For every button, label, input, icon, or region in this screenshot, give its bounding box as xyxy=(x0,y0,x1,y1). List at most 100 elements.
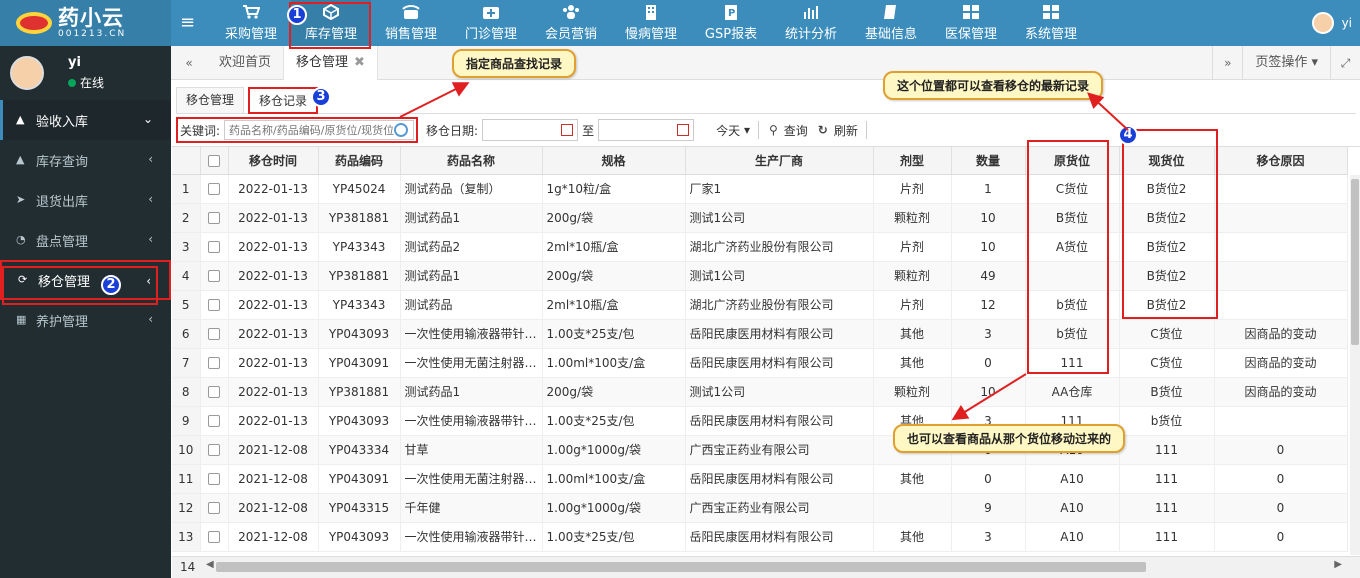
tab-scroll-left-icon[interactable]: « xyxy=(171,56,207,70)
table-cell: 片剂 xyxy=(873,174,952,204)
user-menu[interactable]: yi xyxy=(1311,12,1352,34)
row-select-cell xyxy=(200,261,229,291)
column-header[interactable]: 规格 xyxy=(542,147,686,175)
tab-welcome[interactable]: 欢迎首页 xyxy=(207,45,285,80)
sidebar-item-5[interactable]: ▦ 养护管理 ‹ xyxy=(0,300,171,340)
column-header[interactable]: 药品名称 xyxy=(400,147,543,175)
table-cell: 111 xyxy=(1119,464,1215,494)
table-cell: 0 xyxy=(951,348,1026,378)
top-nav-item-10[interactable]: 系统管理 xyxy=(1011,0,1091,46)
row-select-cell xyxy=(200,232,229,262)
select-all-checkbox[interactable] xyxy=(208,154,220,167)
top-nav-item-8[interactable]: 基础信息 xyxy=(851,0,931,46)
table-row[interactable]: 7 2022-01-13 YP043091 一次性使用无菌注射器… 1.00ml*100… xyxy=(172,348,1348,378)
divider xyxy=(757,121,759,139)
column-header[interactable] xyxy=(200,147,229,175)
row-checkbox[interactable] xyxy=(208,183,220,195)
sidebar-item-label: 验收入库 xyxy=(36,114,89,130)
query-button[interactable]: ⚲ 查询 xyxy=(769,122,808,139)
vertical-scrollbar[interactable] xyxy=(1350,175,1360,555)
table-row[interactable]: 6 2022-01-13 YP043093 一次性使用输液器带针… 1.00支*25支/… xyxy=(172,319,1348,349)
table-row[interactable]: 12 2021-12-08 YP043315 千年健 1.00g*1000g/袋 广西宝正… xyxy=(172,493,1348,523)
column-header[interactable] xyxy=(172,147,201,175)
scroll-right-icon[interactable]: ▶ xyxy=(1334,559,1342,570)
table-cell: YP043091 xyxy=(318,348,401,378)
tab-label: 欢迎首页 xyxy=(219,54,272,70)
column-header[interactable]: 移仓时间 xyxy=(228,147,319,175)
top-nav-item-4[interactable]: 会员营销 xyxy=(531,0,611,46)
row-checkbox[interactable] xyxy=(208,357,220,369)
table-row[interactable]: 10 2021-12-08 YP043334 甘草 1.00g*1000g/袋 广西宝正药… xyxy=(172,435,1348,465)
sidebar-item-label: 库存查询 xyxy=(36,154,89,170)
page-ops-label: 页签操作 xyxy=(1255,55,1308,70)
fullscreen-icon[interactable]: ⤢ xyxy=(1330,46,1360,80)
row-checkbox[interactable] xyxy=(208,386,220,398)
chevron-icon: ‹ xyxy=(148,192,153,206)
column-header[interactable]: 移仓原因 xyxy=(1214,147,1348,175)
table-cell: 10 xyxy=(951,232,1026,262)
top-nav-item-7[interactable]: 统计分析 xyxy=(771,0,851,46)
keyword-group: 关键词: xyxy=(176,117,419,143)
logo[interactable]: 药小云 001213.CN xyxy=(0,0,171,46)
row-checkbox[interactable] xyxy=(208,473,220,485)
table-row[interactable]: 8 2022-01-13 YP381881 测试药品1 200g/袋 测试1公司 颗粒剂 10… xyxy=(172,377,1348,407)
top-nav-item-3[interactable]: 门诊管理 xyxy=(451,0,531,46)
search-icon[interactable] xyxy=(394,123,409,137)
sidebar-item-2[interactable]: ➤ 退货出库 ‹ xyxy=(0,180,171,220)
end-date-input[interactable] xyxy=(598,119,695,141)
refresh-button[interactable]: ↻ 刷新 xyxy=(818,122,858,139)
table-cell xyxy=(873,493,952,523)
table-cell: 2022-01-13 xyxy=(228,319,319,349)
row-checkbox[interactable] xyxy=(208,531,220,543)
top-nav-item-6[interactable]: P GSP报表 xyxy=(691,0,771,46)
subtab-transfer-records[interactable]: 移仓记录 xyxy=(248,87,319,114)
row-checkbox[interactable] xyxy=(208,212,220,224)
start-date-input[interactable] xyxy=(482,119,579,141)
top-nav-item-9[interactable]: 医保管理 xyxy=(931,0,1011,46)
scroll-left-icon[interactable]: ◀ xyxy=(206,559,214,570)
top-nav-item-0[interactable]: 采购管理 xyxy=(211,0,291,46)
subtab-transfer-manage[interactable]: 移仓管理 xyxy=(176,87,245,114)
tab-transfer[interactable]: 移仓管理 ✖ xyxy=(284,45,378,80)
column-header[interactable]: 剂型 xyxy=(873,147,952,175)
row-checkbox[interactable] xyxy=(208,415,220,427)
windows-icon xyxy=(962,4,980,20)
tab-scroll-right-icon[interactable]: » xyxy=(1212,46,1242,80)
table-cell: 测试药品1 xyxy=(400,261,543,291)
column-header[interactable]: 生产厂商 xyxy=(685,147,874,175)
row-checkbox[interactable] xyxy=(208,502,220,514)
horizontal-scrollbar[interactable]: 14 ◀ ▶ xyxy=(172,556,1360,578)
table-row[interactable]: 13 2021-12-08 YP043093 一次性使用输液器带针… 1.00支*25支… xyxy=(172,522,1348,552)
sidebar-item-1[interactable]: ▲ 库存查询 ‹ xyxy=(0,140,171,180)
sidebar-item-0[interactable]: ▲ 验收入库 ⌄ xyxy=(0,100,171,140)
row-number: 9 xyxy=(172,406,201,436)
table-cell: YP043093 xyxy=(318,406,401,436)
book-icon xyxy=(882,4,900,20)
calendar-icon[interactable] xyxy=(561,124,574,136)
row-checkbox[interactable] xyxy=(208,299,220,311)
calendar-icon[interactable] xyxy=(677,124,690,136)
users-icon xyxy=(562,4,580,20)
close-icon[interactable]: ✖ xyxy=(354,55,365,70)
table-cell: 测试1公司 xyxy=(685,377,874,407)
table-cell: 因商品的变动 xyxy=(1214,377,1348,407)
today-dropdown[interactable]: 今天 ▾ xyxy=(716,122,750,139)
row-number: 13 xyxy=(172,522,201,552)
top-nav-item-2[interactable]: 销售管理 xyxy=(371,0,451,46)
row-checkbox[interactable] xyxy=(208,241,220,253)
menu-toggle-icon[interactable]: ≡ xyxy=(180,12,195,33)
table-row[interactable]: 11 2021-12-08 YP043091 一次性使用无菌注射器… 1.00ml*10… xyxy=(172,464,1348,494)
top-nav-item-5[interactable]: 慢病管理 xyxy=(611,0,691,46)
row-checkbox[interactable] xyxy=(208,328,220,340)
column-header[interactable]: 数量 xyxy=(951,147,1026,175)
keyword-input[interactable] xyxy=(224,120,415,140)
table-cell xyxy=(1214,203,1348,233)
row-select-cell xyxy=(200,174,229,204)
scroll-thumb[interactable] xyxy=(216,562,1146,572)
column-header[interactable]: 药品编码 xyxy=(318,147,401,175)
table-row[interactable]: 9 2022-01-13 YP043093 一次性使用输液器带针… 1.00支*25支/… xyxy=(172,406,1348,436)
row-checkbox[interactable] xyxy=(208,270,220,282)
page-ops-dropdown[interactable]: 页签操作 ▾ xyxy=(1242,46,1330,80)
sidebar-item-3[interactable]: ◔ 盘点管理 ‹ xyxy=(0,220,171,260)
row-checkbox[interactable] xyxy=(208,444,220,456)
